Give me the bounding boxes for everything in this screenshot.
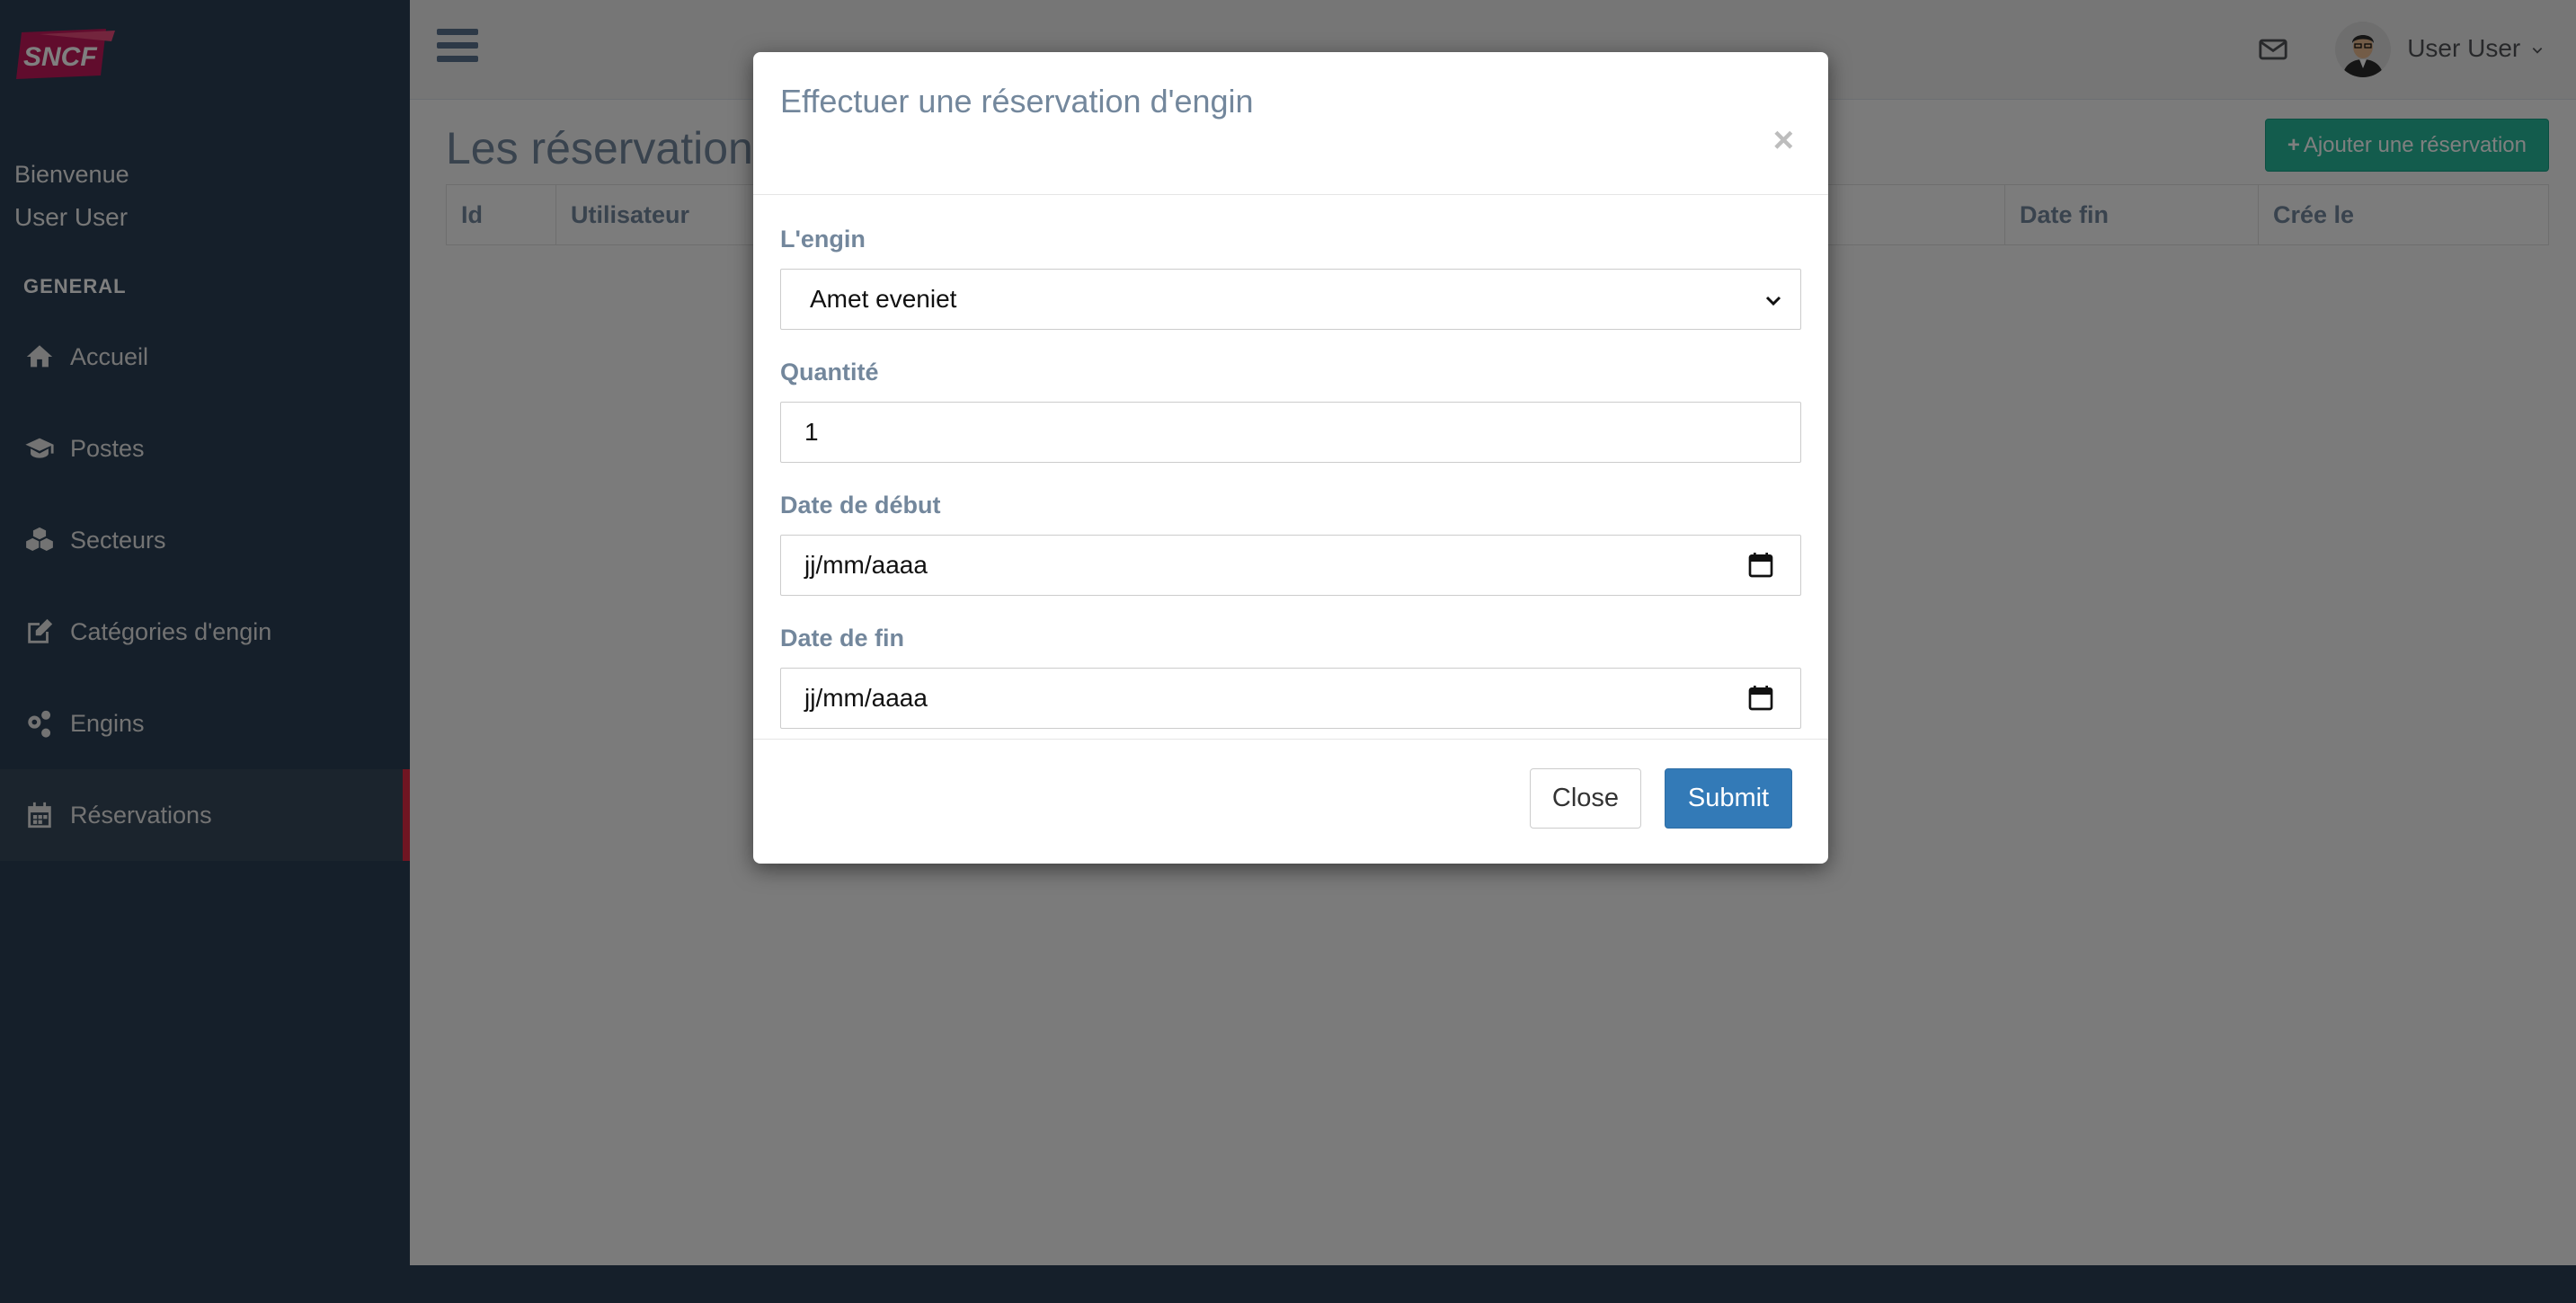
- date-debut-label: Date de début: [780, 492, 941, 519]
- quantite-input[interactable]: 1: [780, 402, 1801, 463]
- quantite-value: 1: [804, 418, 819, 446]
- modal-footer: Close Submit: [753, 739, 1828, 864]
- quantite-label: Quantité: [780, 359, 879, 386]
- calendar-picker-icon[interactable]: [1746, 684, 1775, 713]
- engin-selected-value: Amet eveniet: [810, 285, 957, 313]
- engin-select[interactable]: Amet eveniet: [780, 269, 1801, 330]
- date-fin-placeholder: jj/mm/aaaa: [804, 684, 928, 712]
- reservation-modal: Effectuer une réservation d'engin × L'en…: [753, 52, 1828, 864]
- close-button[interactable]: Close: [1530, 768, 1641, 829]
- date-fin-label: Date de fin: [780, 625, 905, 652]
- date-debut-placeholder: jj/mm/aaaa: [804, 551, 928, 579]
- modal-header: Effectuer une réservation d'engin ×: [753, 52, 1828, 195]
- chevron-down-icon: [1765, 296, 1781, 306]
- engin-label: L'engin: [780, 226, 866, 253]
- calendar-picker-icon[interactable]: [1746, 551, 1775, 580]
- submit-button[interactable]: Submit: [1665, 768, 1792, 829]
- modal-body: L'engin Amet eveniet Quantité 1 Date de …: [753, 226, 1828, 729]
- date-fin-input[interactable]: jj/mm/aaaa: [780, 668, 1801, 729]
- modal-title: Effectuer une réservation d'engin: [780, 83, 1254, 120]
- date-debut-input[interactable]: jj/mm/aaaa: [780, 535, 1801, 596]
- close-icon[interactable]: ×: [1773, 122, 1794, 158]
